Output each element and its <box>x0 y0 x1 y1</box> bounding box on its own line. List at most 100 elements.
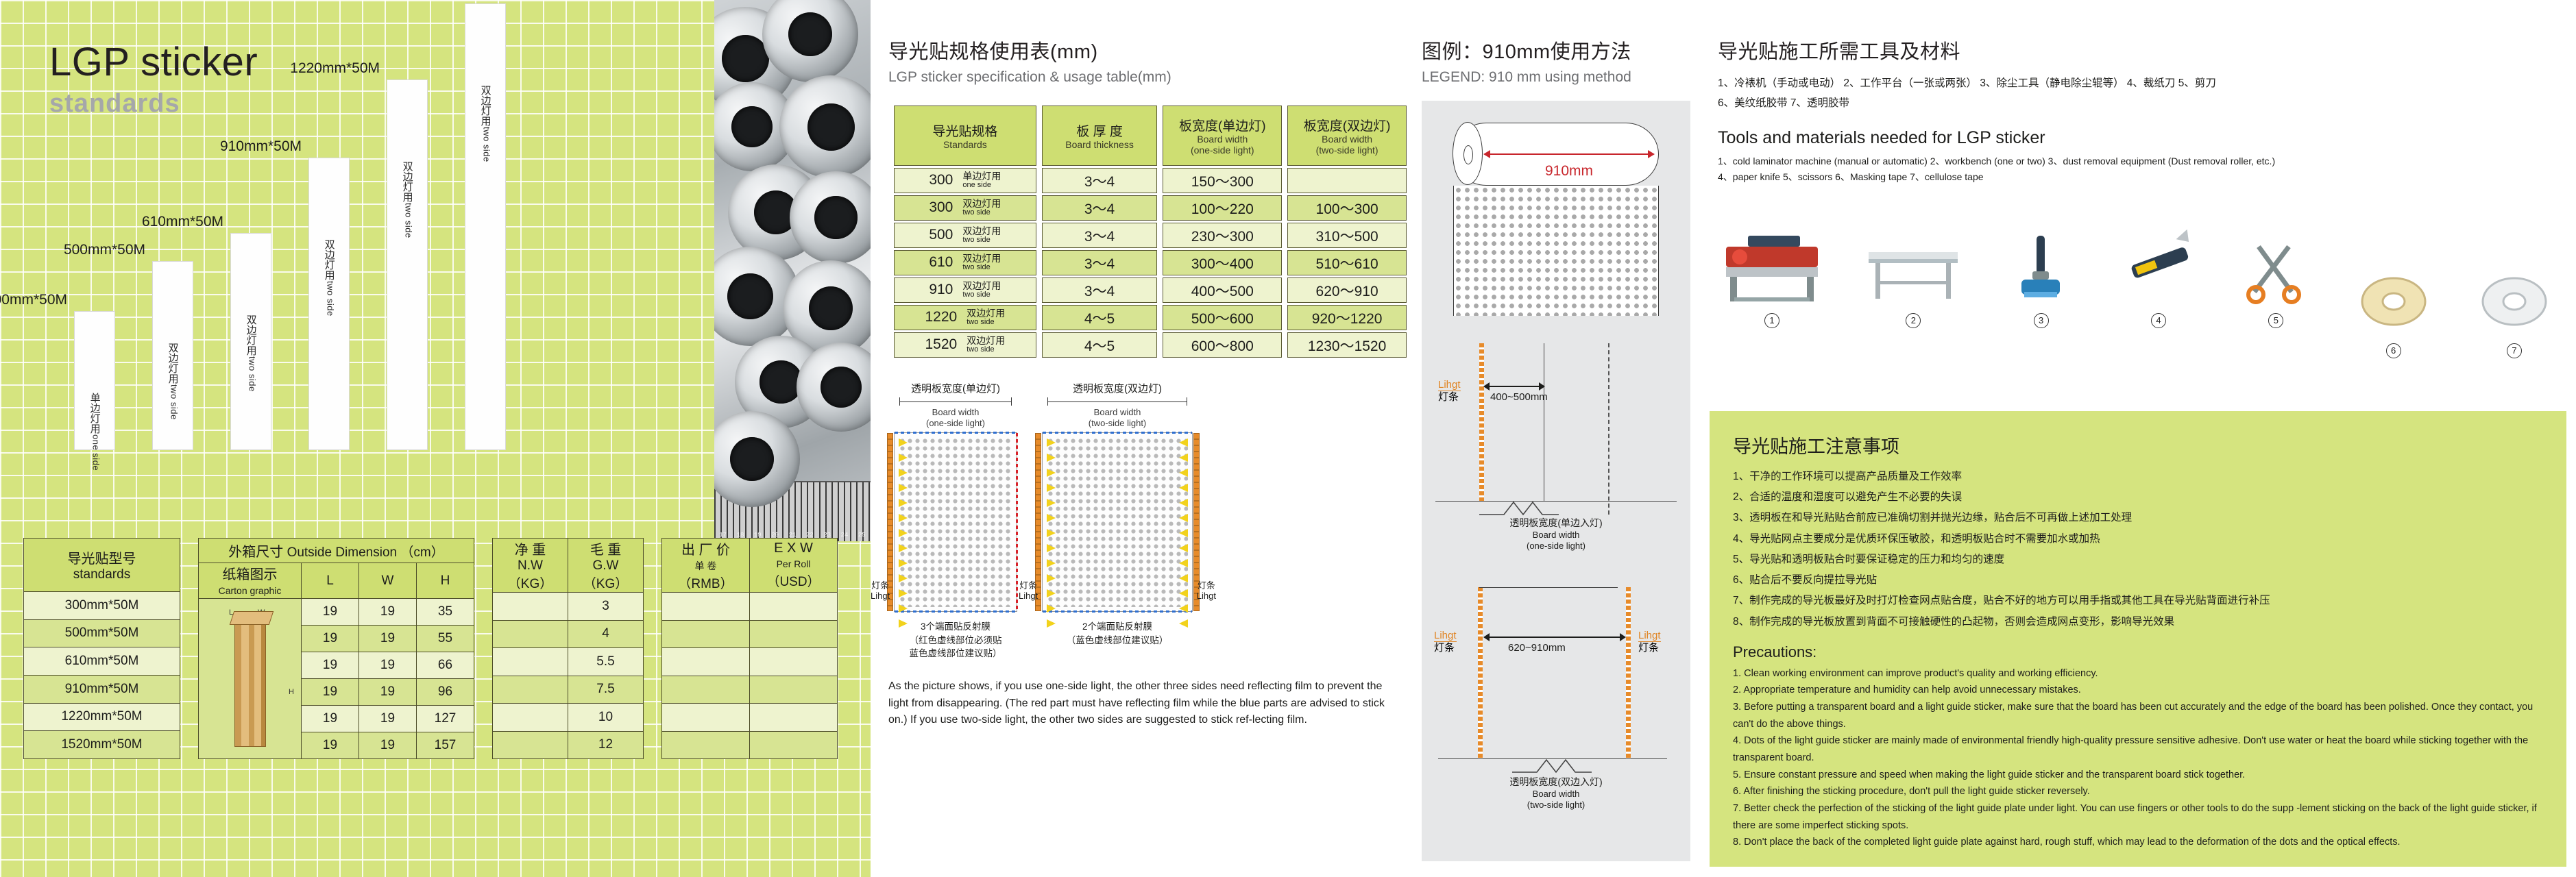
spec-title-en: LGP sticker specification & usage table(… <box>888 69 1171 85</box>
light-arrow-icon <box>1179 438 1188 447</box>
one-side-light-cn: 灯条 <box>871 580 890 591</box>
gw-cell: 5.5 <box>568 647 644 676</box>
spec-standard-cell: 910 双边灯用 two side <box>894 277 1036 303</box>
tools-en-line-2: 4、paper knife 5、scissors 6、Masking tape … <box>1718 171 1984 183</box>
light-arrow-icon <box>899 454 908 462</box>
brace-icon-2 <box>1512 758 1592 774</box>
spec-side-cn: 双边灯用 <box>962 198 1001 210</box>
spec-col-en: Standards <box>943 138 987 150</box>
light-arrow-icon <box>1047 438 1056 447</box>
table-row: 500mm*50M <box>23 619 180 648</box>
bar-label: 910mm*50M <box>219 138 302 154</box>
one-side-board <box>887 432 1018 628</box>
precaution-item-cn: 3、透明板在和导光贴贴合前应已准确切割并抛光边缘，贴合后不可再做上述加工处理 <box>1733 512 2133 524</box>
tool-cellulose-tape: 7 <box>2473 266 2555 358</box>
tool-badge: 4 <box>2150 312 2166 328</box>
spec-side-cn: 双边灯用 <box>967 335 1006 347</box>
bar-inner-cn: 双边灯用 <box>479 85 491 126</box>
diagram-two-side: 透明板宽度(双边灯) Board width (two-side light) <box>1019 383 1216 660</box>
roll-dimension-label: 910mm <box>1544 163 1594 179</box>
reflect-edge-blue-top-2 <box>1043 432 1192 434</box>
spec-standard-cell: 300 双边灯用 two side <box>894 195 1036 221</box>
dimension-cell: 19 <box>301 652 359 679</box>
table-row: 12 <box>492 730 644 759</box>
gw-unit: （KG） <box>583 577 629 591</box>
nw-cell <box>492 675 568 704</box>
two-side-note-2: （蓝色虚线部位建议贴） <box>1066 634 1169 645</box>
table-row: 300 单边灯用 one side 3～4 150～300 <box>894 168 1407 193</box>
diagram-two-cap-cn: 透明板宽度(双边灯) <box>1073 383 1162 395</box>
spec-thickness-cell: 3～4 <box>1041 250 1158 275</box>
tool-paper-knife: 4 <box>2117 229 2200 328</box>
light-arrow-icon <box>1047 574 1056 583</box>
spec-col-header: 板宽度(单边灯) Board width (one-side light) <box>1163 106 1283 166</box>
light-arrow-icon <box>1179 469 1188 478</box>
spec-side-en: two side <box>962 236 991 245</box>
precaution-item-en: 3. Before putting a transparent board an… <box>1733 702 2534 730</box>
one-side-usage-diagram: 400~500mm Lihgt 灯条 透明板宽度(单边入灯) Board wid… <box>1429 343 1684 552</box>
one-side-note-3: 蓝色虚线部位建议贴） <box>909 648 1002 659</box>
usd-cell <box>749 703 838 732</box>
table-row: 910mm*50M <box>23 674 180 704</box>
spec-thickness-cell: 4～5 <box>1041 305 1158 330</box>
bar-inner-cn: 双边灯用 <box>401 160 413 202</box>
tool-masking-tape: 6 <box>2353 266 2435 358</box>
spec-col-cn: 板宽度(双边灯) <box>1303 119 1391 134</box>
bar-inner-label: two side 双边灯用 <box>401 160 414 238</box>
dimension-cell: 96 <box>416 678 474 706</box>
nw-cell <box>492 592 568 621</box>
tools-title-en: Tools and materials needed for LGP stick… <box>1718 128 2045 148</box>
two-side-light-cn-l: 灯条 <box>1019 580 1038 591</box>
precaution-item-en: 4. Dots of the light guide sticker are m… <box>1733 735 2529 763</box>
light-arrow-icon <box>899 438 908 447</box>
spec-thickness-cell: 3～4 <box>1041 223 1158 248</box>
spec-width-two-cell: 620～910 <box>1287 277 1407 303</box>
light-arrows-right <box>899 438 908 628</box>
bar-rect: two side 双边灯用 <box>230 233 271 450</box>
bar-1520mm*50M: 1520mm*50Mtwo side双边灯用 <box>465 3 506 450</box>
spec-width-two-cell: 510～610 <box>1287 250 1407 275</box>
spec-width-one-cell: 100～220 <box>1163 195 1283 221</box>
bar-inner-label: two side 双边灯用 <box>167 343 180 420</box>
light-arrow-icon <box>1179 484 1188 493</box>
bar-rect: two side 双边灯用 <box>308 157 350 450</box>
carton-graphic-cell: LWH <box>198 598 302 759</box>
light-arrow-icon <box>899 574 908 583</box>
dimension-cell: 127 <box>416 705 474 732</box>
gw-en: G.W <box>592 558 619 573</box>
spec-standard-value: 1520 <box>925 336 958 353</box>
precautions-box: 导光贴施工注意事项 1、干净的工作环境可以提高产品质量及工作效率 2、合适的温度和… <box>1710 411 2566 867</box>
precaution-item-en: 6. After finishing the sticking procedur… <box>1733 786 2090 798</box>
spec-standard-cell: 610 双边灯用 two side <box>894 250 1036 275</box>
cold-laminator-icon <box>1721 229 1823 308</box>
one-side-note-1: 3个端面贴反射膜 <box>920 621 991 632</box>
two-side-width-arrow <box>1483 633 1626 641</box>
dimension-cell: 35 <box>416 598 474 626</box>
one-side-note-2: （红色虚线部位必须贴 <box>909 634 1002 645</box>
diagram-one-caption: 透明板宽度(单边灯) <box>894 383 1017 395</box>
light-strip-left-icon <box>1479 343 1484 501</box>
spec-width-two-cell: 1230～1520 <box>1287 332 1407 358</box>
tools-and-precautions-panel: 导光贴施工所需工具及材料 1、冷裱机（手动或电动） 2、工作平台（一张或两张） … <box>1700 0 2576 877</box>
spec-col-en: Board thickness <box>1065 138 1134 150</box>
carton-icon <box>234 619 266 747</box>
dot-grid <box>899 437 1012 608</box>
scissors-icon <box>2238 229 2313 308</box>
dimension-cell: 55 <box>416 625 474 652</box>
standard-cell: 500mm*50M <box>23 619 180 648</box>
nw-cell <box>492 647 568 676</box>
spec-width-two-cell: 920～1220 <box>1287 305 1407 330</box>
dimension-cell: 19 <box>301 678 359 706</box>
nw-cell <box>492 730 568 759</box>
spec-side-en: two side <box>962 291 991 299</box>
roll-core-icon <box>1463 145 1473 164</box>
legend-stage: 910mm 400~500mm Lihgt 灯条 透明板宽度(单边入灯) Boa… <box>1422 101 1690 861</box>
spec-thickness-cell: 3～4 <box>1041 277 1158 303</box>
two-side-board-caption: 透明板宽度(双边入灯) Board width (two-side light) <box>1429 776 1684 811</box>
one-side-board-caption: 透明板宽度(单边入灯) Board width (one-side light) <box>1429 517 1684 552</box>
light-arrow-icon <box>1179 514 1188 523</box>
light-arrow-icon <box>1179 589 1188 598</box>
spec-standard-value: 1220 <box>925 309 958 325</box>
weight-table: 净 重 N.W （KG） 毛 重 G.W （KG） 3 4 5.5 7.5 10 12 <box>492 538 644 759</box>
spec-side-en: one side <box>962 181 991 190</box>
